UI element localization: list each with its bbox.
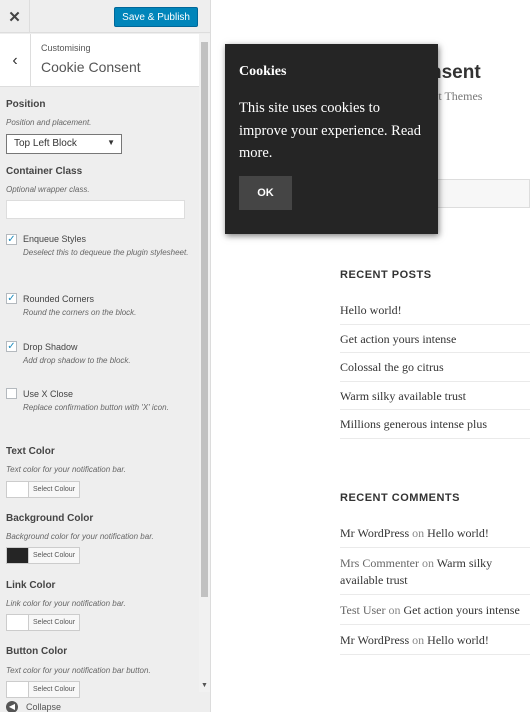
comment-on: on — [385, 603, 404, 617]
comment-post[interactable]: Get action yours intense — [403, 603, 519, 617]
list-item[interactable]: Warm silky available trust — [340, 382, 530, 410]
background-color-picker[interactable]: Select Colour — [6, 547, 81, 564]
section-header: ‹ Customising Cookie Consent — [0, 34, 200, 87]
scroll-down-arrow-icon[interactable]: ▼ — [201, 682, 208, 689]
enqueue-styles-desc: Deselect this to dequeue the plugin styl… — [23, 248, 189, 257]
link-color-desc: Link color for your notification bar. — [6, 599, 126, 608]
list-item: Test User on Get action yours intense — [340, 595, 530, 625]
comment-post[interactable]: Hello world! — [427, 633, 489, 647]
background-color-title: Background Color — [6, 513, 94, 524]
cookie-message: This site uses cookies to improve your e… — [239, 100, 421, 161]
comment-author: Test User — [340, 603, 386, 617]
drop-shadow-checkbox[interactable]: ✓ — [6, 341, 17, 352]
list-item[interactable]: Millions generous intense plus — [340, 410, 530, 439]
link-color-swatch — [7, 615, 29, 630]
recent-comments-list: Mr WordPress on Hello world! Mrs Comment… — [340, 518, 530, 655]
position-desc: Position and placement. — [6, 118, 92, 127]
recent-posts-title: RECENT POSTS — [340, 269, 432, 281]
text-color-button-label: Select Colour — [33, 486, 76, 493]
comment-post[interactable]: Hello world! — [427, 526, 489, 540]
position-select[interactable]: Top Left Block ▼ — [6, 134, 122, 154]
list-item: Mrs Commenter on Warm silky available tr… — [340, 548, 530, 595]
button-color-picker[interactable]: Select Colour — [6, 681, 81, 698]
recent-comments-title: RECENT COMMENTS — [340, 492, 460, 504]
button-color-desc: Text color for your notification bar but… — [6, 666, 151, 675]
comment-on: on — [409, 526, 428, 540]
section-title: Cookie Consent — [41, 59, 141, 75]
use-x-close-desc: Replace confirmation button with 'X' ico… — [23, 403, 169, 412]
collapse-button[interactable]: ◀ Collapse — [6, 701, 61, 712]
link-color-button-label: Select Colour — [33, 619, 76, 626]
breadcrumb: Customising — [41, 43, 91, 53]
text-color-title: Text Color — [6, 446, 55, 457]
back-chevron-icon[interactable]: ‹ — [0, 34, 31, 87]
sidebar-scrollbar[interactable]: ▼ — [199, 34, 210, 692]
close-icon[interactable]: ✕ — [0, 0, 30, 33]
link-color-picker[interactable]: Select Colour — [6, 614, 81, 631]
rounded-corners-checkbox[interactable]: ✓ — [6, 293, 17, 304]
text-color-swatch — [7, 482, 29, 497]
save-publish-button[interactable]: Save & Publish — [114, 7, 198, 27]
container-class-desc: Optional wrapper class. — [6, 185, 90, 194]
drop-shadow-desc: Add drop shadow to the block. — [23, 356, 131, 365]
text-color-picker[interactable]: Select Colour — [6, 481, 81, 498]
rounded-corners-desc: Round the corners on the block. — [23, 308, 137, 317]
collapse-label: Collapse — [26, 702, 62, 712]
use-x-close-checkbox[interactable] — [6, 388, 17, 399]
scrollbar-thumb[interactable] — [201, 42, 208, 597]
collapse-arrow-icon: ◀ — [6, 701, 18, 712]
link-color-title: Link Color — [6, 580, 56, 591]
drop-shadow-label: Drop Shadow — [23, 342, 78, 352]
use-x-close-label: Use X Close — [23, 389, 74, 399]
button-color-button-label: Select Colour — [33, 686, 76, 693]
cookie-ok-button[interactable]: OK — [239, 176, 292, 210]
enqueue-styles-label: Enqueue Styles — [23, 234, 87, 244]
container-class-input[interactable] — [6, 200, 185, 219]
comment-author[interactable]: Mr WordPress — [340, 633, 409, 647]
controls-panel: Position Position and placement. Top Lef… — [0, 88, 199, 698]
list-item: Mr WordPress on Hello world! — [340, 518, 530, 548]
background-color-button-label: Select Colour — [33, 552, 76, 559]
recent-posts-list: Hello world! Get action yours intense Co… — [340, 296, 530, 439]
list-item[interactable]: Get action yours intense — [340, 325, 530, 353]
list-item: Mr WordPress on Hello world! — [340, 625, 530, 655]
customizer-sidebar: ✕ Save & Publish ‹ Customising Cookie Co… — [0, 0, 211, 712]
button-color-title: Button Color — [6, 646, 68, 657]
list-item[interactable]: Hello world! — [340, 296, 530, 325]
cookie-consent-popup: Cookies This site uses cookies to improv… — [225, 44, 438, 234]
background-color-desc: Background color for your notification b… — [6, 532, 154, 541]
comment-author[interactable]: Mr WordPress — [340, 526, 409, 540]
comment-author: Mrs Commenter — [340, 556, 419, 570]
button-color-swatch — [7, 682, 29, 697]
customizer-topbar: ✕ Save & Publish — [0, 0, 210, 33]
list-item[interactable]: Colossal the go citrus — [340, 353, 530, 382]
comment-on: on — [409, 633, 428, 647]
background-color-swatch — [7, 548, 29, 563]
text-color-desc: Text color for your notification bar. — [6, 465, 126, 474]
rounded-corners-label: Rounded Corners — [23, 294, 95, 304]
position-title: Position — [6, 99, 46, 110]
container-class-title: Container Class — [6, 166, 83, 177]
select-caret-icon: ▼ — [107, 138, 115, 147]
cookie-title: Cookies — [239, 64, 287, 79]
enqueue-styles-checkbox[interactable]: ✓ — [6, 234, 17, 245]
comment-on: on — [419, 556, 437, 570]
position-select-value: Top Left Block — [14, 138, 77, 149]
